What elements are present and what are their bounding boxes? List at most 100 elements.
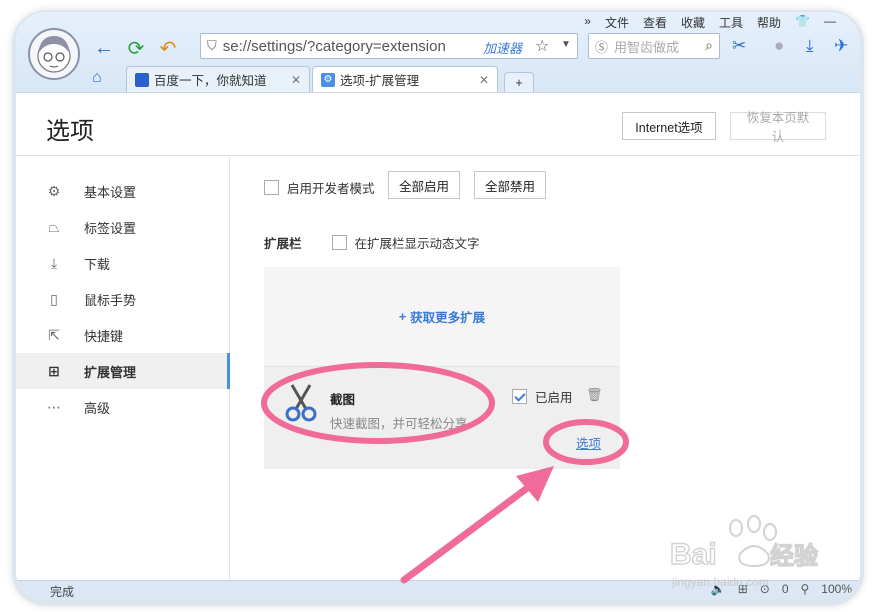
ad-block-icon[interactable]: ⊙ [760,582,770,596]
zoom-icon[interactable]: ⚲ [801,582,810,596]
skin-icon[interactable]: 👕 [795,14,810,31]
disable-all-button[interactable]: 全部禁用 [474,171,546,199]
menu-overflow[interactable]: » [584,14,591,31]
browser-window: » 文件 查看 收藏 工具 帮助 👕 — ← ⟳ ↶ ⛉ se://settin… [16,12,860,598]
menu-tools[interactable]: 工具 [719,14,743,31]
download-icon: ⤓ [50,254,58,271]
screenshot-tool-icon[interactable]: ✂ [732,36,746,56]
browser-chrome: » 文件 查看 收藏 工具 帮助 👕 — ← ⟳ ↶ ⛉ se://settin… [16,12,860,92]
zoom-level[interactable]: 100% [821,582,852,596]
settings-page: 选项 Internet选项 恢复本页默认 ⚙ 基本设置 ⏢ 标签设置 ⤓ 下载 [16,92,860,581]
shortcut-icon: ⇱ [48,326,60,343]
tab-bar: ⌂ 🐾 百度一下，你就知道 ✕ ⚙ 选项-扩展管理 ✕ + [16,66,860,92]
internet-options-button[interactable]: Internet选项 [622,112,716,140]
refresh-icon[interactable]: ⟳ [124,36,148,60]
search-icon[interactable]: ⌕ [705,37,713,54]
close-icon[interactable]: ✕ [479,73,489,87]
sidebar-item-label: 下载 [84,256,111,272]
menu-help[interactable]: 帮助 [757,14,781,31]
tab-icon: ⏢ [48,218,60,235]
mouse-icon: ▯ [50,290,58,307]
extension-icon: ⊞ [48,362,60,379]
extension-list: + 获取更多扩展 截图 快速截图，并可轻松分享 已启用 🗑 选项 [264,267,620,469]
sidebar-toggle-icon[interactable]: ✈ [834,36,848,56]
search-input[interactable]: 用智齿做成 [614,37,679,56]
sidebar-item-label: 扩展管理 [84,364,137,380]
search-box[interactable]: Ⓢ 用智齿做成 ⌕ [588,33,720,59]
chat-icon[interactable]: ● [774,36,784,56]
menu-favorites[interactable]: 收藏 [681,14,705,31]
accelerator-label[interactable]: 加速器 [483,38,522,57]
download-tool-icon[interactable]: ⤓ [806,36,814,56]
address-text: se://settings/?category=extension [222,37,446,55]
extension-enabled-toggle[interactable]: 已启用 [512,387,573,406]
sidebar-item-label: 标签设置 [84,220,137,236]
tab-baidu[interactable]: 🐾 百度一下，你就知道 ✕ [126,66,310,92]
sidebar-item-extensions[interactable]: ⊞ 扩展管理 [16,353,230,389]
baidu-paw-icon: 🐾 [135,72,149,87]
sidebar-item-shortcut[interactable]: ⇱ 快捷键 [16,317,230,353]
menu-view[interactable]: 查看 [643,14,667,31]
star-icon[interactable]: ☆ [535,36,549,56]
sidebar-item-label: 快捷键 [84,328,124,344]
tab-extension-settings[interactable]: ⚙ 选项-扩展管理 ✕ [312,66,498,92]
extension-description: 快速截图，并可轻松分享 [330,417,468,431]
volume-icon[interactable]: 🔈 [711,582,726,596]
back-icon[interactable]: ← [92,36,116,60]
sidebar-item-label: 鼠标手势 [84,292,137,308]
enabled-label: 已启用 [535,391,573,405]
show-dynamic-label: 在扩展栏显示动态文字 [354,237,480,251]
extbar-row: 扩展栏 在扩展栏显示动态文字 [264,233,480,252]
undo-icon[interactable]: ↶ [156,36,180,60]
home-icon[interactable]: ⌂ [92,69,102,87]
enable-all-button[interactable]: 全部启用 [388,171,460,199]
sidebar-item-label: 高级 [84,400,111,416]
scissors-icon [284,383,318,426]
sidebar-item-basic[interactable]: ⚙ 基本设置 [16,173,230,209]
shield-icon: ⛉ [207,38,217,53]
extension-card: 截图 快速截图，并可轻松分享 已启用 🗑 选项 [264,367,620,469]
sidebar-item-label: 基本设置 [84,184,137,200]
tab-label: 选项-扩展管理 [340,74,420,88]
dev-mode-checkbox[interactable] [264,180,279,195]
status-bar: 完成 🔈 ⊞ ⊙ 0 ⚲ 100% [16,580,860,598]
status-text: 完成 [50,585,75,598]
sidebar-item-mouse-gesture[interactable]: ▯ 鼠标手势 [16,281,230,317]
more-icon: ⋯ [47,398,61,415]
dev-mode-row: 启用开发者模式 [264,178,375,197]
enabled-checkbox[interactable] [512,389,527,404]
extension-name: 截图 [330,393,356,407]
chevron-down-icon[interactable]: ▼ [561,39,571,50]
extension-options-link[interactable]: 选项 [576,433,601,452]
new-tab-button[interactable]: + [504,72,534,92]
get-more-extensions-link[interactable]: + 获取更多扩展 [264,267,620,367]
tab-label: 百度一下，你就知道 [154,74,267,88]
sidebar-item-download[interactable]: ⤓ 下载 [16,245,230,281]
search-engine-icon[interactable]: Ⓢ [595,37,608,56]
page-header: 选项 Internet选项 恢复本页默认 [16,93,860,156]
network-icon[interactable]: ⊞ [738,582,748,596]
dev-mode-label: 启用开发者模式 [287,182,375,196]
ad-block-count: 0 [781,582,789,596]
extension-content: 启用开发者模式 全部启用 全部禁用 扩展栏 在扩展栏显示动态文字 + 获取更多扩… [230,157,860,581]
sidebar-item-tabs[interactable]: ⏢ 标签设置 [16,209,230,245]
restore-default-button[interactable]: 恢复本页默认 [730,111,826,144]
settings-gear-icon: ⚙ [321,72,335,87]
trash-icon[interactable]: 🗑 [586,387,603,403]
plus-icon: + [398,309,407,324]
sidebar-item-advanced[interactable]: ⋯ 高级 [16,389,230,425]
close-icon[interactable]: ✕ [291,73,301,87]
menu-bar: » 文件 查看 收藏 工具 帮助 👕 — [584,14,836,31]
settings-sidebar: ⚙ 基本设置 ⏢ 标签设置 ⤓ 下载 ▯ 鼠标手势 ⇱ 快捷键 ⊞ 扩展管理 ⋯… [16,157,230,581]
status-tools: 🔈 ⊞ ⊙ 0 ⚲ 100% [711,582,852,596]
plus-icon: + [515,75,523,90]
minimize-icon[interactable]: — [824,14,836,31]
show-dynamic-checkbox[interactable] [331,235,347,250]
extbar-label: 扩展栏 [264,237,302,251]
page-title: 选项 [46,118,94,145]
gear-icon: ⚙ [47,182,61,199]
address-bar[interactable]: ⛉ se://settings/?category=extension 加速器 … [200,33,578,59]
get-more-label: 获取更多扩展 [410,311,486,325]
menu-file[interactable]: 文件 [605,14,629,31]
screenshot-frame: » 文件 查看 收藏 工具 帮助 👕 — ← ⟳ ↶ ⛉ se://settin… [0,0,874,612]
